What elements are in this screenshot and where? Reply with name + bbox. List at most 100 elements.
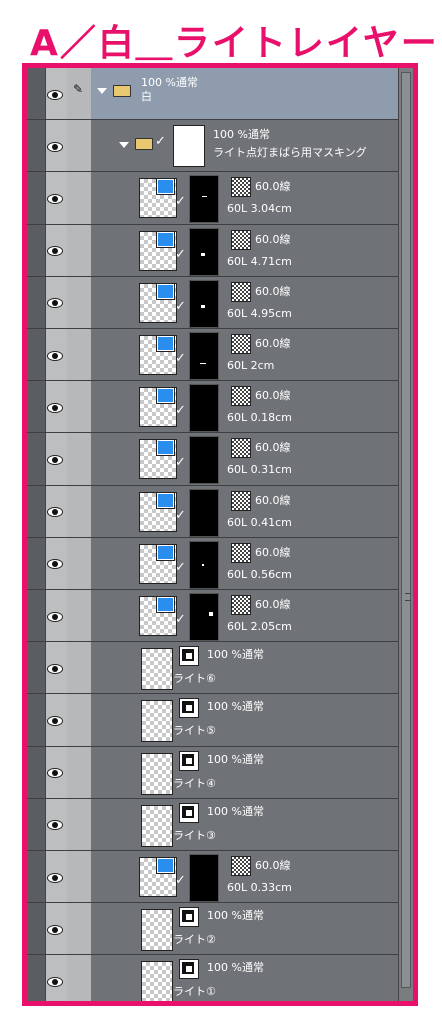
tone-icon: [156, 230, 175, 248]
layer-body[interactable]: 100 %通常 ライト①: [91, 955, 398, 1001]
layer-row[interactable]: ✓ 60.0線 60L 2.05cm: [27, 590, 398, 643]
layer-body[interactable]: 100 %通常 ライト③: [91, 798, 398, 850]
tone-pattern-icon: [231, 542, 251, 563]
eye-icon[interactable]: [47, 507, 63, 518]
layer-text: 100 %通常: [207, 648, 264, 662]
expand-arrow-icon[interactable]: [119, 142, 129, 149]
layer-thumbnail: [173, 125, 205, 168]
eye-icon[interactable]: [47, 350, 63, 361]
eye-icon[interactable]: [47, 193, 63, 204]
layer-body[interactable]: ✓ 60.0線 60L 2cm: [91, 329, 398, 381]
tone-pattern-icon: [231, 281, 251, 302]
eye-icon[interactable]: [47, 611, 63, 622]
eye-icon[interactable]: [47, 872, 63, 883]
check-icon: ✓: [175, 612, 186, 627]
layer-row[interactable]: 100 %通常ライト②: [27, 903, 398, 956]
layer-body[interactable]: ✓ 60.0線 60L 2.05cm: [91, 590, 398, 642]
layer-row[interactable]: ✓ 60.0線 60L 4.71cm: [27, 224, 398, 277]
layer-text: 60.0線: [255, 598, 291, 611]
eye-icon[interactable]: [47, 663, 63, 674]
mask-thumbnail: [189, 279, 219, 328]
raster-layer-icon: [179, 646, 199, 667]
layer-text: 60L 4.95cm: [227, 306, 292, 320]
layer-row[interactable]: ✓ 60.0線 60L 3.04cm: [27, 172, 398, 225]
tone-pattern-icon: [231, 386, 251, 407]
layer-row[interactable]: 100 %通常 ライト①: [27, 955, 398, 1001]
layer-text: ライト②: [173, 933, 216, 947]
expand-arrow-icon[interactable]: [97, 88, 107, 94]
layer-body[interactable]: ✓ 60.0線 60L 0.18cm: [91, 381, 398, 433]
layer-row[interactable]: ✓ 60.0線 60L 0.33cm: [27, 851, 398, 904]
mask-thumbnail: [189, 854, 219, 902]
check-icon: ✓: [155, 134, 166, 150]
layer-row[interactable]: 100 %通常 ライト③: [27, 798, 398, 851]
layer-thumbnail: [141, 909, 173, 952]
layer-body[interactable]: 100 %通常白: [91, 68, 398, 120]
layer-body[interactable]: ✓ 60.0線 60L 0.41cm: [91, 485, 398, 537]
eye-icon[interactable]: [47, 89, 63, 100]
layer-text: 100 %通常: [207, 752, 264, 766]
scrollbar[interactable]: [398, 68, 413, 1001]
eye-icon[interactable]: [47, 141, 63, 152]
layer-panel: 100 %通常白 ✎ ✓ 100 %通常 ライト点灯まばら用マスキング ✓ 60.0線 60L…: [22, 63, 418, 1006]
eye-icon[interactable]: [47, 924, 63, 935]
tone-icon: [156, 335, 175, 352]
eye-icon[interactable]: [47, 246, 63, 257]
layer-row[interactable]: ✓ 60.0線 60L 0.31cm: [27, 433, 398, 486]
tone-icon: [156, 491, 175, 509]
layer-text: ライト③: [173, 828, 216, 842]
tone-pattern-icon: [231, 229, 251, 250]
raster-layer-icon: [179, 907, 199, 928]
layer-body[interactable]: ✓ 60.0線 60L 0.33cm: [91, 851, 398, 903]
check-icon: ✓: [175, 455, 186, 471]
page-title: A／白＿ライトレイヤー: [30, 23, 439, 64]
eye-icon[interactable]: [47, 715, 63, 726]
layer-row[interactable]: 100 %通常 ライト⑤: [27, 694, 398, 747]
layer-text: 60.0線: [255, 389, 291, 403]
layer-text: 100 %通常: [207, 961, 264, 975]
eye-icon[interactable]: [47, 298, 63, 309]
layer-row[interactable]: ✓ 60.0線 60L 0.18cm: [27, 381, 398, 434]
layer-row[interactable]: 100 %通常ライト⑥: [27, 642, 398, 695]
mask-thumbnail: [189, 384, 219, 433]
layer-body[interactable]: ✓ 100 %通常 ライト点灯まばら用マスキング: [91, 120, 398, 172]
eye-icon[interactable]: [47, 402, 63, 413]
layer-row[interactable]: ✓ 60.0線 60L 2cm: [27, 329, 398, 382]
layer-body[interactable]: 100 %通常ライト②: [91, 903, 398, 955]
layer-body[interactable]: ✓ 60.0線 60L 0.31cm: [91, 433, 398, 485]
scrollbar-thumb[interactable]: [401, 72, 411, 988]
eye-icon[interactable]: [47, 454, 63, 465]
layer-row[interactable]: ✓ 60.0線 60L 4.95cm: [27, 276, 398, 329]
layer-row[interactable]: 100 %通常 ライト④: [27, 746, 398, 799]
mask-thumbnail: [189, 332, 219, 380]
tone-pattern-icon: [231, 334, 251, 354]
eye-icon[interactable]: [47, 976, 63, 987]
layer-text: ライト点灯まばら用マスキング: [213, 146, 367, 160]
eye-icon[interactable]: [47, 768, 63, 779]
tone-pattern-icon: [231, 595, 251, 615]
tone-icon: [156, 543, 175, 561]
mask-thumbnail: [189, 540, 219, 589]
layer-row[interactable]: ✓ 60.0線 60L 0.41cm: [27, 485, 398, 538]
layer-row[interactable]: ✓ 100 %通常 ライト点灯まばら用マスキング: [27, 120, 398, 173]
layer-row[interactable]: ✓ 60.0線 60L 0.56cm: [27, 537, 398, 590]
check-icon: ✓: [175, 298, 186, 314]
layer-text: 60.0線: [255, 180, 291, 194]
layer-text: 60L 2.05cm: [227, 620, 292, 633]
layer-body[interactable]: 100 %通常 ライト④: [91, 746, 398, 798]
check-icon: ✓: [175, 507, 186, 523]
tone-icon: [156, 596, 175, 613]
layer-body[interactable]: ✓ 60.0線 60L 4.71cm: [91, 224, 398, 276]
layer-text: 白: [141, 90, 152, 103]
layer-body[interactable]: ✓ 60.0線 60L 0.56cm: [91, 537, 398, 589]
layer-text: 100 %通常: [207, 909, 264, 923]
layer-text: ライト⑥: [173, 672, 216, 686]
layer-row[interactable]: 100 %通常白 ✎: [27, 68, 398, 121]
layer-body[interactable]: 100 %通常ライト⑥: [91, 642, 398, 694]
check-icon: ✓: [175, 351, 186, 366]
layer-body[interactable]: ✓ 60.0線 60L 3.04cm: [91, 172, 398, 224]
eye-icon[interactable]: [47, 559, 63, 570]
layer-body[interactable]: ✓ 60.0線 60L 4.95cm: [91, 276, 398, 328]
eye-icon[interactable]: [47, 820, 63, 831]
layer-body[interactable]: 100 %通常 ライト⑤: [91, 694, 398, 746]
